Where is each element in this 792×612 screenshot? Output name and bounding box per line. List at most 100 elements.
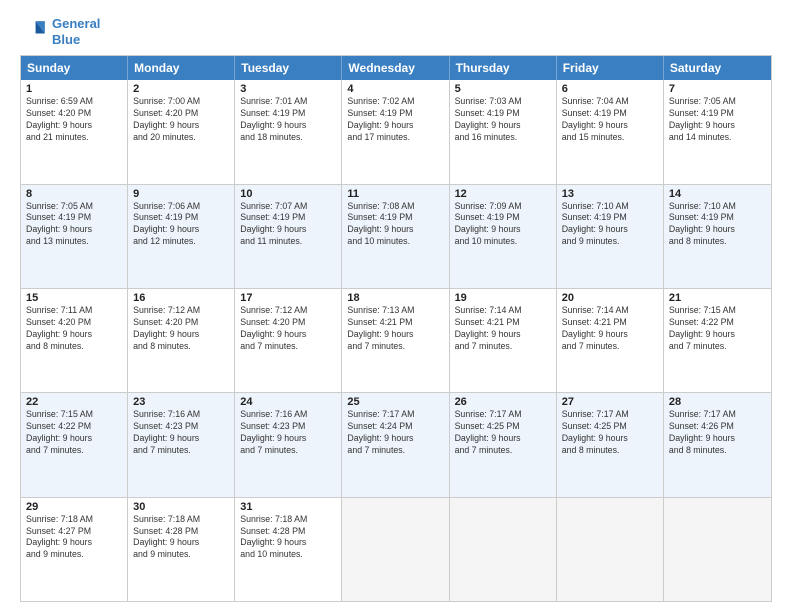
calendar-page: General Blue SundayMondayTuesdayWednesda…	[0, 0, 792, 612]
calendar-cell: 9Sunrise: 7:06 AM Sunset: 4:19 PM Daylig…	[128, 185, 235, 288]
day-number: 1	[26, 83, 122, 95]
day-number: 2	[133, 83, 229, 95]
day-number: 5	[455, 83, 551, 95]
day-info: Sunrise: 7:17 AM Sunset: 4:25 PM Dayligh…	[562, 409, 658, 457]
day-info: Sunrise: 7:17 AM Sunset: 4:25 PM Dayligh…	[455, 409, 551, 457]
day-number: 8	[26, 188, 122, 200]
calendar-cell: 13Sunrise: 7:10 AM Sunset: 4:19 PM Dayli…	[557, 185, 664, 288]
day-number: 30	[133, 501, 229, 513]
header-cell-tuesday: Tuesday	[235, 56, 342, 80]
day-info: Sunrise: 7:10 AM Sunset: 4:19 PM Dayligh…	[669, 201, 766, 249]
calendar-cell: 25Sunrise: 7:17 AM Sunset: 4:24 PM Dayli…	[342, 393, 449, 496]
calendar-cell: 3Sunrise: 7:01 AM Sunset: 4:19 PM Daylig…	[235, 80, 342, 183]
day-info: Sunrise: 7:14 AM Sunset: 4:21 PM Dayligh…	[455, 305, 551, 353]
day-number: 21	[669, 292, 766, 304]
calendar-row-4: 22Sunrise: 7:15 AM Sunset: 4:22 PM Dayli…	[21, 393, 771, 497]
day-info: Sunrise: 7:08 AM Sunset: 4:19 PM Dayligh…	[347, 201, 443, 249]
calendar-cell: 15Sunrise: 7:11 AM Sunset: 4:20 PM Dayli…	[21, 289, 128, 392]
calendar-cell: 11Sunrise: 7:08 AM Sunset: 4:19 PM Dayli…	[342, 185, 449, 288]
day-number: 20	[562, 292, 658, 304]
calendar-cell: 29Sunrise: 7:18 AM Sunset: 4:27 PM Dayli…	[21, 498, 128, 601]
calendar-cell: 5Sunrise: 7:03 AM Sunset: 4:19 PM Daylig…	[450, 80, 557, 183]
day-number: 12	[455, 188, 551, 200]
day-number: 28	[669, 396, 766, 408]
calendar-cell: 7Sunrise: 7:05 AM Sunset: 4:19 PM Daylig…	[664, 80, 771, 183]
header-cell-friday: Friday	[557, 56, 664, 80]
calendar-cell: 21Sunrise: 7:15 AM Sunset: 4:22 PM Dayli…	[664, 289, 771, 392]
day-info: Sunrise: 7:01 AM Sunset: 4:19 PM Dayligh…	[240, 96, 336, 144]
calendar-header: SundayMondayTuesdayWednesdayThursdayFrid…	[21, 56, 771, 80]
calendar-cell: 18Sunrise: 7:13 AM Sunset: 4:21 PM Dayli…	[342, 289, 449, 392]
calendar-cell: 26Sunrise: 7:17 AM Sunset: 4:25 PM Dayli…	[450, 393, 557, 496]
day-info: Sunrise: 7:12 AM Sunset: 4:20 PM Dayligh…	[240, 305, 336, 353]
day-info: Sunrise: 7:16 AM Sunset: 4:23 PM Dayligh…	[133, 409, 229, 457]
day-number: 22	[26, 396, 122, 408]
day-info: Sunrise: 7:17 AM Sunset: 4:24 PM Dayligh…	[347, 409, 443, 457]
calendar-cell: 31Sunrise: 7:18 AM Sunset: 4:28 PM Dayli…	[235, 498, 342, 601]
logo-text: General Blue	[52, 16, 100, 47]
day-number: 25	[347, 396, 443, 408]
day-info: Sunrise: 7:15 AM Sunset: 4:22 PM Dayligh…	[669, 305, 766, 353]
header-cell-monday: Monday	[128, 56, 235, 80]
day-number: 17	[240, 292, 336, 304]
calendar-cell: 12Sunrise: 7:09 AM Sunset: 4:19 PM Dayli…	[450, 185, 557, 288]
calendar-row-1: 1Sunrise: 6:59 AM Sunset: 4:20 PM Daylig…	[21, 80, 771, 184]
page-header: General Blue	[20, 16, 772, 47]
calendar-cell: 22Sunrise: 7:15 AM Sunset: 4:22 PM Dayli…	[21, 393, 128, 496]
day-info: Sunrise: 7:11 AM Sunset: 4:20 PM Dayligh…	[26, 305, 122, 353]
day-info: Sunrise: 7:00 AM Sunset: 4:20 PM Dayligh…	[133, 96, 229, 144]
day-info: Sunrise: 7:18 AM Sunset: 4:27 PM Dayligh…	[26, 514, 122, 562]
day-info: Sunrise: 6:59 AM Sunset: 4:20 PM Dayligh…	[26, 96, 122, 144]
day-number: 24	[240, 396, 336, 408]
day-number: 31	[240, 501, 336, 513]
day-number: 11	[347, 188, 443, 200]
calendar-cell: 16Sunrise: 7:12 AM Sunset: 4:20 PM Dayli…	[128, 289, 235, 392]
day-number: 15	[26, 292, 122, 304]
day-info: Sunrise: 7:09 AM Sunset: 4:19 PM Dayligh…	[455, 201, 551, 249]
calendar-cell: 27Sunrise: 7:17 AM Sunset: 4:25 PM Dayli…	[557, 393, 664, 496]
day-number: 7	[669, 83, 766, 95]
day-info: Sunrise: 7:07 AM Sunset: 4:19 PM Dayligh…	[240, 201, 336, 249]
day-number: 19	[455, 292, 551, 304]
day-info: Sunrise: 7:10 AM Sunset: 4:19 PM Dayligh…	[562, 201, 658, 249]
logo: General Blue	[20, 16, 100, 47]
calendar: SundayMondayTuesdayWednesdayThursdayFrid…	[20, 55, 772, 602]
calendar-cell: 2Sunrise: 7:00 AM Sunset: 4:20 PM Daylig…	[128, 80, 235, 183]
day-info: Sunrise: 7:05 AM Sunset: 4:19 PM Dayligh…	[669, 96, 766, 144]
calendar-cell: 19Sunrise: 7:14 AM Sunset: 4:21 PM Dayli…	[450, 289, 557, 392]
day-number: 16	[133, 292, 229, 304]
day-number: 18	[347, 292, 443, 304]
header-cell-thursday: Thursday	[450, 56, 557, 80]
day-number: 4	[347, 83, 443, 95]
day-info: Sunrise: 7:04 AM Sunset: 4:19 PM Dayligh…	[562, 96, 658, 144]
calendar-cell	[664, 498, 771, 601]
calendar-row-3: 15Sunrise: 7:11 AM Sunset: 4:20 PM Dayli…	[21, 289, 771, 393]
day-info: Sunrise: 7:02 AM Sunset: 4:19 PM Dayligh…	[347, 96, 443, 144]
day-number: 26	[455, 396, 551, 408]
day-number: 23	[133, 396, 229, 408]
calendar-cell: 8Sunrise: 7:05 AM Sunset: 4:19 PM Daylig…	[21, 185, 128, 288]
calendar-cell: 20Sunrise: 7:14 AM Sunset: 4:21 PM Dayli…	[557, 289, 664, 392]
day-number: 14	[669, 188, 766, 200]
header-cell-sunday: Sunday	[21, 56, 128, 80]
header-cell-wednesday: Wednesday	[342, 56, 449, 80]
logo-icon	[20, 18, 48, 46]
day-info: Sunrise: 7:16 AM Sunset: 4:23 PM Dayligh…	[240, 409, 336, 457]
calendar-cell: 14Sunrise: 7:10 AM Sunset: 4:19 PM Dayli…	[664, 185, 771, 288]
day-info: Sunrise: 7:13 AM Sunset: 4:21 PM Dayligh…	[347, 305, 443, 353]
calendar-body: 1Sunrise: 6:59 AM Sunset: 4:20 PM Daylig…	[21, 80, 771, 601]
header-cell-saturday: Saturday	[664, 56, 771, 80]
day-info: Sunrise: 7:17 AM Sunset: 4:26 PM Dayligh…	[669, 409, 766, 457]
calendar-cell: 17Sunrise: 7:12 AM Sunset: 4:20 PM Dayli…	[235, 289, 342, 392]
day-info: Sunrise: 7:18 AM Sunset: 4:28 PM Dayligh…	[240, 514, 336, 562]
calendar-cell	[450, 498, 557, 601]
day-number: 13	[562, 188, 658, 200]
calendar-cell	[342, 498, 449, 601]
calendar-cell: 30Sunrise: 7:18 AM Sunset: 4:28 PM Dayli…	[128, 498, 235, 601]
calendar-cell: 4Sunrise: 7:02 AM Sunset: 4:19 PM Daylig…	[342, 80, 449, 183]
day-info: Sunrise: 7:14 AM Sunset: 4:21 PM Dayligh…	[562, 305, 658, 353]
day-number: 3	[240, 83, 336, 95]
calendar-cell: 23Sunrise: 7:16 AM Sunset: 4:23 PM Dayli…	[128, 393, 235, 496]
day-number: 6	[562, 83, 658, 95]
day-info: Sunrise: 7:06 AM Sunset: 4:19 PM Dayligh…	[133, 201, 229, 249]
